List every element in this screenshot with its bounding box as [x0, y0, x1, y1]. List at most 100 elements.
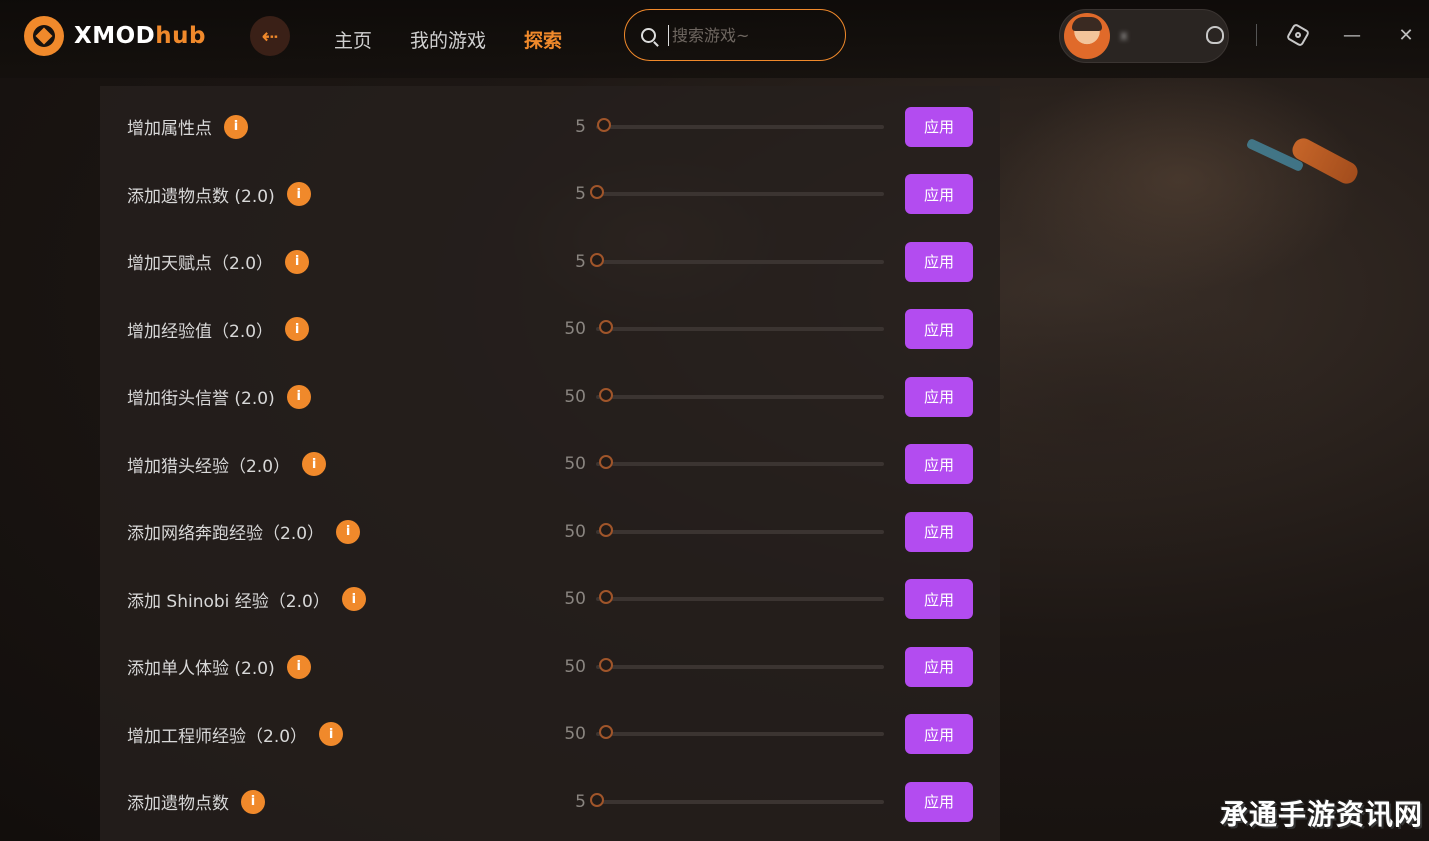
app-logo[interactable]: XMODhub: [24, 16, 206, 56]
mod-value: 5: [575, 184, 586, 205]
mod-slider[interactable]: [596, 320, 884, 335]
info-icon[interactable]: i: [336, 519, 361, 544]
mod-label: 增加工程师经验（2.0） i: [127, 722, 344, 747]
slider-handle[interactable]: [599, 522, 613, 537]
mod-row: 添加遗物点数 i 5 应用: [100, 768, 1000, 836]
search-input[interactable]: [668, 24, 824, 46]
mod-slider[interactable]: [596, 590, 884, 605]
slider-handle[interactable]: [590, 792, 604, 807]
slider-handle[interactable]: [590, 185, 604, 200]
mod-slider[interactable]: [596, 725, 884, 740]
info-icon[interactable]: i: [341, 587, 366, 612]
mod-slider[interactable]: [590, 185, 884, 200]
arrow-left-icon: ⇠: [261, 24, 279, 48]
info-icon[interactable]: i: [302, 452, 327, 477]
slider-handle[interactable]: [599, 387, 613, 402]
apply-button[interactable]: 应用: [905, 106, 973, 147]
slider-handle[interactable]: [599, 590, 613, 605]
slider-handle[interactable]: [597, 117, 611, 132]
mod-row: 添加 Shinobi 经验（2.0） i 50 应用: [100, 566, 1000, 634]
top-bar: XMODhub ⇠ 主页 我的游戏 探索 x — ✕: [0, 0, 1429, 78]
minimize-button[interactable]: —: [1339, 22, 1365, 48]
logo-text: XMODhub: [74, 23, 206, 49]
nav-item-my-games[interactable]: 我的游戏: [410, 26, 486, 53]
slider-handle[interactable]: [599, 455, 613, 470]
mod-value: 50: [564, 386, 586, 407]
mod-label: 添加 Shinobi 经验（2.0） i: [127, 587, 366, 612]
mod-row: 添加遗物点数 (2.0) i 5 应用: [100, 161, 1000, 229]
mod-label: 增加属性点 i: [127, 114, 248, 139]
mod-row: 增加天赋点（2.0） i 5 应用: [100, 228, 1000, 296]
apply-button[interactable]: 应用: [905, 781, 973, 822]
mod-row: 添加网络奔跑经验（2.0） i 50 应用: [100, 498, 1000, 566]
mod-label: 增加天赋点（2.0） i: [127, 249, 310, 274]
apply-button[interactable]: 应用: [905, 174, 973, 215]
divider: [1256, 24, 1257, 46]
mod-row: 添加单人体验 (2.0) i 50 应用: [100, 633, 1000, 701]
info-icon[interactable]: i: [285, 249, 310, 274]
slider-handle[interactable]: [599, 725, 613, 740]
mod-value: 5: [575, 251, 586, 272]
search-box: [624, 9, 846, 61]
mod-slider[interactable]: [596, 455, 884, 470]
mod-value: 5: [575, 116, 586, 137]
logo-icon: [24, 16, 64, 56]
main-nav: 主页 我的游戏 探索: [334, 26, 600, 53]
bell-icon: [1206, 26, 1224, 44]
apply-button[interactable]: 应用: [905, 714, 973, 755]
mod-slider[interactable]: [596, 117, 884, 132]
username: x: [1120, 28, 1128, 44]
mod-row: 增加属性点 i 5 应用: [100, 93, 1000, 161]
mod-label: 添加单人体验 (2.0) i: [127, 654, 311, 679]
nav-item-explore[interactable]: 探索: [524, 26, 562, 53]
apply-button[interactable]: 应用: [905, 511, 973, 552]
window-controls: — ✕: [1174, 22, 1419, 48]
mod-slider[interactable]: [596, 657, 884, 672]
close-icon: ✕: [1398, 24, 1414, 46]
mod-slider[interactable]: [590, 792, 884, 807]
avatar: [1064, 13, 1110, 59]
mod-label: 增加猎头经验（2.0） i: [127, 452, 327, 477]
close-button[interactable]: ✕: [1393, 22, 1419, 48]
settings-button[interactable]: [1285, 22, 1311, 48]
mod-value: 50: [564, 656, 586, 677]
mod-value: 50: [564, 724, 586, 745]
mod-value: 5: [575, 791, 586, 812]
slider-handle[interactable]: [590, 252, 604, 267]
info-icon[interactable]: i: [286, 182, 311, 207]
info-icon[interactable]: i: [224, 114, 248, 139]
mod-label: 增加经验值（2.0） i: [127, 317, 310, 342]
mod-value: 50: [564, 454, 586, 475]
mod-panel: 增加属性点 i 5 应用 添加遗物点数 (2.0) i 5 应用 增加天赋点（2.0…: [100, 86, 1000, 841]
mod-slider[interactable]: [590, 252, 884, 267]
info-icon[interactable]: i: [319, 722, 344, 747]
mod-slider[interactable]: [596, 522, 884, 537]
search-icon[interactable]: [641, 27, 656, 43]
info-icon[interactable]: i: [286, 654, 311, 679]
apply-button[interactable]: 应用: [905, 376, 973, 417]
mod-label: 添加遗物点数 (2.0) i: [127, 182, 311, 207]
mod-slider[interactable]: [596, 387, 884, 402]
slider-handle[interactable]: [599, 657, 613, 672]
apply-button[interactable]: 应用: [905, 241, 973, 282]
nav-item-home[interactable]: 主页: [334, 26, 372, 53]
apply-button[interactable]: 应用: [905, 579, 973, 620]
info-icon[interactable]: i: [285, 317, 310, 342]
back-button[interactable]: ⇠: [250, 16, 290, 56]
apply-button[interactable]: 应用: [905, 646, 973, 687]
mod-label: 增加街头信誉 (2.0) i: [127, 384, 311, 409]
mod-value: 50: [564, 319, 586, 340]
mod-label: 添加遗物点数 i: [127, 789, 265, 814]
mod-row: 增加经验值（2.0） i 50 应用: [100, 296, 1000, 364]
apply-button[interactable]: 应用: [905, 444, 973, 485]
mod-value: 50: [564, 521, 586, 542]
mod-row: 增加猎头经验（2.0） i 50 应用: [100, 431, 1000, 499]
slider-handle[interactable]: [599, 320, 613, 335]
mod-label: 添加网络奔跑经验（2.0） i: [127, 519, 361, 544]
notification-button[interactable]: [1202, 22, 1228, 48]
info-icon[interactable]: i: [286, 384, 311, 409]
apply-button[interactable]: 应用: [905, 309, 973, 350]
minimize-icon: —: [1343, 24, 1361, 46]
mod-value: 50: [564, 589, 586, 610]
info-icon[interactable]: i: [241, 789, 265, 814]
